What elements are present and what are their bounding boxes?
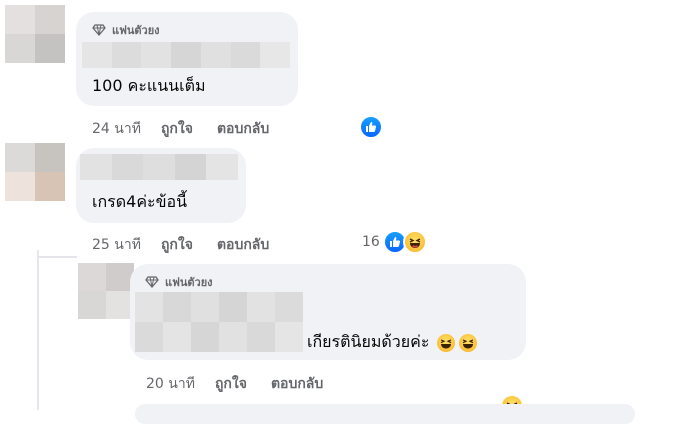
fan-badge: แฟนตัวยง	[92, 21, 160, 39]
like-button[interactable]: ถูกใจ	[161, 234, 193, 256]
comment-meta: 24 นาที ถูกใจ ตอบกลับ	[92, 118, 269, 140]
thread-line	[37, 250, 39, 410]
badge-label: แฟนตัวยง	[165, 276, 213, 289]
badge-label: แฟนตัวยง	[112, 24, 160, 37]
fan-badge: แฟนตัวยง	[145, 273, 213, 291]
timestamp[interactable]: 25 นาที	[92, 234, 141, 256]
reply-button[interactable]: ตอบกลับ	[271, 373, 323, 395]
comment-text: เกียรตินิยมด้วยค่ะ	[307, 330, 478, 355]
author-name[interactable]	[135, 292, 303, 352]
comment-text: เกรด4ค่ะข้อนี้	[92, 192, 188, 211]
comment-meta: 20 นาที ถูกใจ ตอบกลับ	[146, 373, 323, 395]
avatar[interactable]	[5, 5, 65, 63]
reaction-count[interactable]: 16	[362, 234, 380, 250]
avatar[interactable]	[5, 143, 65, 201]
timestamp[interactable]: 24 นาที	[92, 118, 141, 140]
reply-button[interactable]: ตอบกลับ	[217, 118, 269, 140]
comment-meta: 25 นาที ถูกใจ ตอบกลับ	[92, 234, 269, 256]
like-reaction-icon[interactable]	[359, 115, 383, 139]
reply-button[interactable]: ตอบกลับ	[217, 234, 269, 256]
rofl-emoji-icon	[459, 333, 478, 352]
avatar[interactable]	[78, 263, 134, 319]
like-button[interactable]: ถูกใจ	[215, 373, 247, 395]
diamond-icon	[92, 24, 106, 36]
next-reply-bubble	[135, 404, 635, 424]
timestamp[interactable]: 20 นาที	[146, 373, 195, 395]
diamond-icon	[145, 276, 159, 288]
author-name[interactable]	[80, 154, 238, 180]
haha-reaction-icon[interactable]	[403, 230, 427, 254]
like-button[interactable]: ถูกใจ	[161, 118, 193, 140]
author-name[interactable]	[82, 42, 290, 68]
thread-line-branch	[37, 256, 77, 258]
reply-text: เกียรตินิยมด้วยค่ะ	[307, 332, 430, 351]
rofl-emoji-icon	[437, 333, 456, 352]
comment-text: 100 คะแนนเต็ม	[92, 76, 206, 95]
